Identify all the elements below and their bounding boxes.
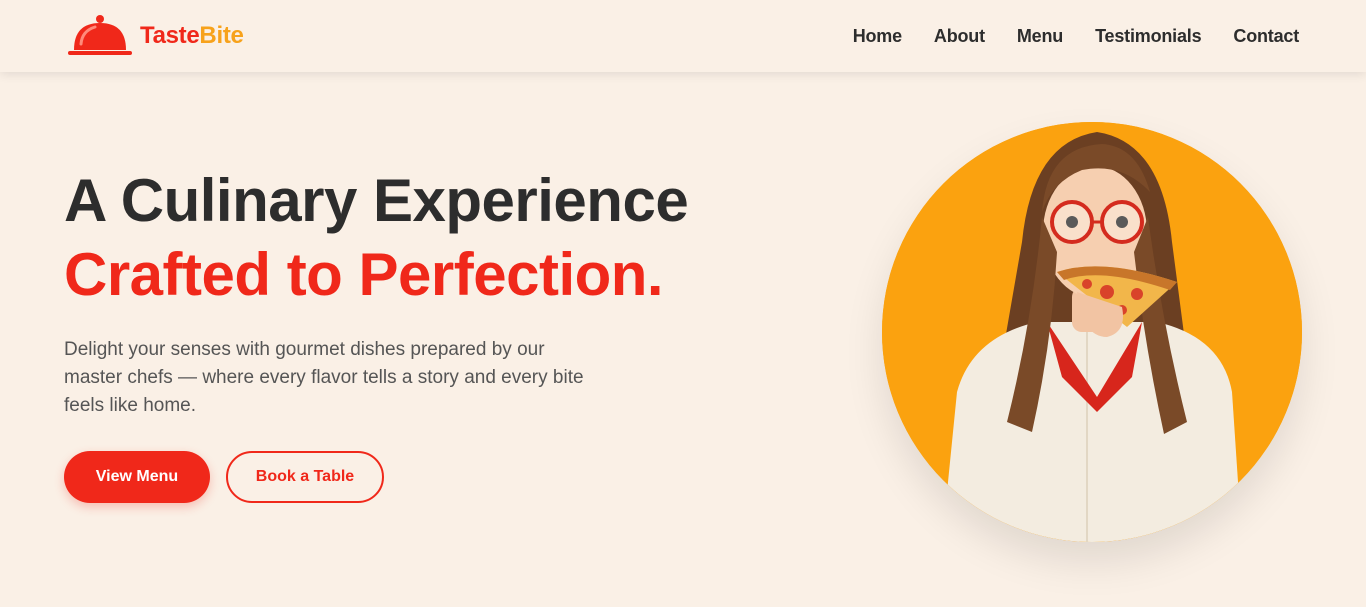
cloche-icon	[68, 15, 132, 55]
nav-link-home[interactable]: Home	[853, 26, 902, 46]
nav-item-about: About	[934, 26, 985, 47]
book-table-button[interactable]: Book a Table	[226, 451, 384, 503]
navbar: TasteBite Home About Menu Testimonials C…	[0, 0, 1366, 72]
view-menu-button[interactable]: View Menu	[64, 451, 210, 503]
brand-name-part1: Taste	[140, 22, 200, 49]
hero-title-line2: Crafted to Perfection.	[64, 241, 664, 308]
nav-link-testimonials[interactable]: Testimonials	[1095, 26, 1201, 46]
nav-link-contact[interactable]: Contact	[1233, 26, 1299, 46]
woman-eating-pizza-illustration	[882, 122, 1302, 542]
hero-title-line1: A Culinary Experience	[64, 167, 689, 234]
nav-link-about[interactable]: About	[934, 26, 985, 46]
nav-item-contact: Contact	[1233, 26, 1299, 47]
nav-item-testimonials: Testimonials	[1095, 26, 1201, 47]
nav-link-menu[interactable]: Menu	[1017, 26, 1063, 46]
brand-name-part2: Bite	[199, 22, 244, 49]
nav-menu: Home About Menu Testimonials Contact	[853, 0, 1300, 72]
nav-item-menu: Menu	[1017, 26, 1063, 47]
brand-name: TasteBite	[140, 24, 244, 48]
hero-title: A Culinary Experience Crafted to Perfect…	[64, 164, 689, 312]
hero-image	[882, 122, 1302, 542]
hero-description: Delight your senses with gourmet dishes …	[64, 339, 584, 416]
nav-item-home: Home	[853, 26, 902, 47]
brand-logo[interactable]: TasteBite	[66, 14, 244, 58]
